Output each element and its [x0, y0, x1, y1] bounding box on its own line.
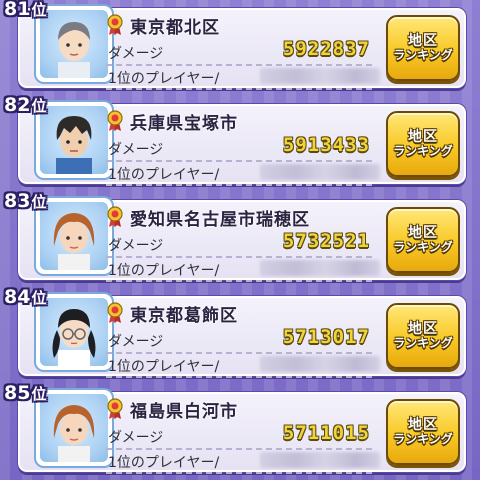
player-avatar	[36, 102, 112, 178]
ranking-card: 愛知県名古屋市瑞穂区 ダメージ 5732521 1位のプレイヤー/ 地区 ランキ…	[18, 198, 466, 282]
ranking-card: 東京都北区 ダメージ 5922837 1位のプレイヤー/ 地区 ランキング	[18, 6, 466, 90]
damage-label: ダメージ	[108, 430, 164, 446]
rank-suffix: 位	[31, 193, 47, 211]
ranking-row: 兵庫県宝塚市 ダメージ 5913433 1位のプレイヤー/ 地区 ランキング 8…	[0, 94, 480, 190]
blurred-player-name	[260, 260, 380, 276]
ranking-card: 福島県白河市 ダメージ 5711015 1位のプレイヤー/ 地区 ランキング	[18, 390, 466, 474]
region-name: 愛知県名古屋市瑞穂区	[130, 210, 310, 230]
button-label: 地区	[408, 321, 438, 338]
medal-icon	[107, 302, 123, 323]
button-label: 地区	[408, 225, 438, 242]
rank-number: 83位	[4, 190, 46, 212]
rank-value: 81	[4, 0, 31, 20]
blurred-player-name	[260, 356, 380, 372]
blurred-player-name	[260, 164, 380, 180]
damage-score: 5711015	[282, 422, 370, 444]
region-name: 東京都北区	[130, 18, 220, 38]
character-avatar-glasses-pigtails	[52, 309, 96, 366]
damage-label: ダメージ	[108, 238, 164, 254]
rank-value: 83	[4, 190, 31, 212]
rank-suffix: 位	[31, 1, 47, 19]
region-ranking-button[interactable]: 地区 ランキング	[386, 111, 460, 177]
divider	[106, 352, 372, 354]
rank-value: 85	[4, 382, 31, 404]
blurred-player-name	[260, 68, 380, 84]
ranking-row: 東京都北区 ダメージ 5922837 1位のプレイヤー/ 地区 ランキング 81…	[0, 0, 480, 94]
character-avatar-gray-hair	[58, 22, 90, 78]
player-avatar	[36, 6, 112, 82]
top-player-label: 1位のプレイヤー/	[108, 359, 220, 375]
medal-icon	[107, 110, 123, 131]
character-avatar-brown-hair	[53, 213, 95, 270]
damage-score: 5713017	[282, 326, 370, 348]
player-avatar	[36, 294, 112, 370]
ranking-row: 愛知県名古屋市瑞穂区 ダメージ 5732521 1位のプレイヤー/ 地区 ランキ…	[0, 190, 480, 286]
button-label: ランキング	[393, 432, 453, 447]
ranking-row: 福島県白河市 ダメージ 5711015 1位のプレイヤー/ 地区 ランキング 8…	[0, 382, 480, 478]
top-player-label: 1位のプレイヤー/	[108, 263, 220, 279]
medal-icon	[107, 398, 123, 419]
medal-icon	[107, 14, 123, 35]
region-ranking-button[interactable]: 地区 ランキング	[386, 303, 460, 369]
ranking-row: 東京都葛飾区 ダメージ 5713017 1位のプレイヤー/ 地区 ランキング 8…	[0, 286, 480, 382]
ranking-card: 東京都葛飾区 ダメージ 5713017 1位のプレイヤー/ 地区 ランキング	[18, 294, 466, 378]
damage-score: 5922837	[282, 38, 370, 60]
divider	[106, 448, 372, 450]
top-player-label: 1位のプレイヤー/	[108, 71, 220, 87]
divider	[106, 376, 372, 378]
rank-value: 82	[4, 94, 31, 116]
ranking-card: 兵庫県宝塚市 ダメージ 5913433 1位のプレイヤー/ 地区 ランキング	[18, 102, 466, 186]
button-label: ランキング	[393, 144, 453, 159]
button-label: ランキング	[393, 48, 453, 63]
button-label: ランキング	[393, 336, 453, 351]
damage-score: 5732521	[282, 230, 370, 252]
rank-suffix: 位	[31, 97, 47, 115]
damage-label: ダメージ	[108, 142, 164, 158]
button-label: 地区	[408, 417, 438, 434]
divider	[106, 184, 372, 186]
top-player-label: 1位のプレイヤー/	[108, 455, 220, 471]
divider	[106, 472, 372, 474]
rank-number: 84位	[4, 286, 46, 308]
rank-suffix: 位	[31, 289, 47, 307]
medal-icon	[107, 206, 123, 227]
rank-suffix: 位	[31, 385, 47, 403]
character-avatar-brown-hair	[53, 405, 95, 462]
divider	[106, 88, 372, 90]
rank-number: 82位	[4, 94, 46, 116]
region-ranking-button[interactable]: 地区 ランキング	[386, 15, 460, 81]
button-label: ランキング	[393, 240, 453, 255]
region-name: 福島県白河市	[130, 402, 238, 422]
rank-number: 85位	[4, 382, 46, 404]
region-ranking-button[interactable]: 地区 ランキング	[386, 207, 460, 273]
player-avatar	[36, 198, 112, 274]
region-name: 東京都葛飾区	[130, 306, 238, 326]
divider	[106, 160, 372, 162]
button-label: 地区	[408, 33, 438, 50]
top-player-label: 1位のプレイヤー/	[108, 167, 220, 183]
region-ranking-button[interactable]: 地区 ランキング	[386, 399, 460, 465]
damage-score: 5913433	[282, 134, 370, 156]
divider	[106, 256, 372, 258]
blurred-player-name	[260, 452, 380, 468]
button-label: 地区	[408, 129, 438, 146]
damage-label: ダメージ	[108, 334, 164, 350]
rank-value: 84	[4, 286, 31, 308]
damage-label: ダメージ	[108, 46, 164, 62]
region-name: 兵庫県宝塚市	[130, 114, 238, 134]
player-avatar	[36, 390, 112, 466]
divider	[106, 64, 372, 66]
divider	[106, 280, 372, 282]
character-avatar-dark-hair	[56, 116, 92, 174]
ranking-list: 東京都北区 ダメージ 5922837 1位のプレイヤー/ 地区 ランキング 81…	[0, 0, 480, 480]
rank-number: 81位	[4, 0, 46, 20]
